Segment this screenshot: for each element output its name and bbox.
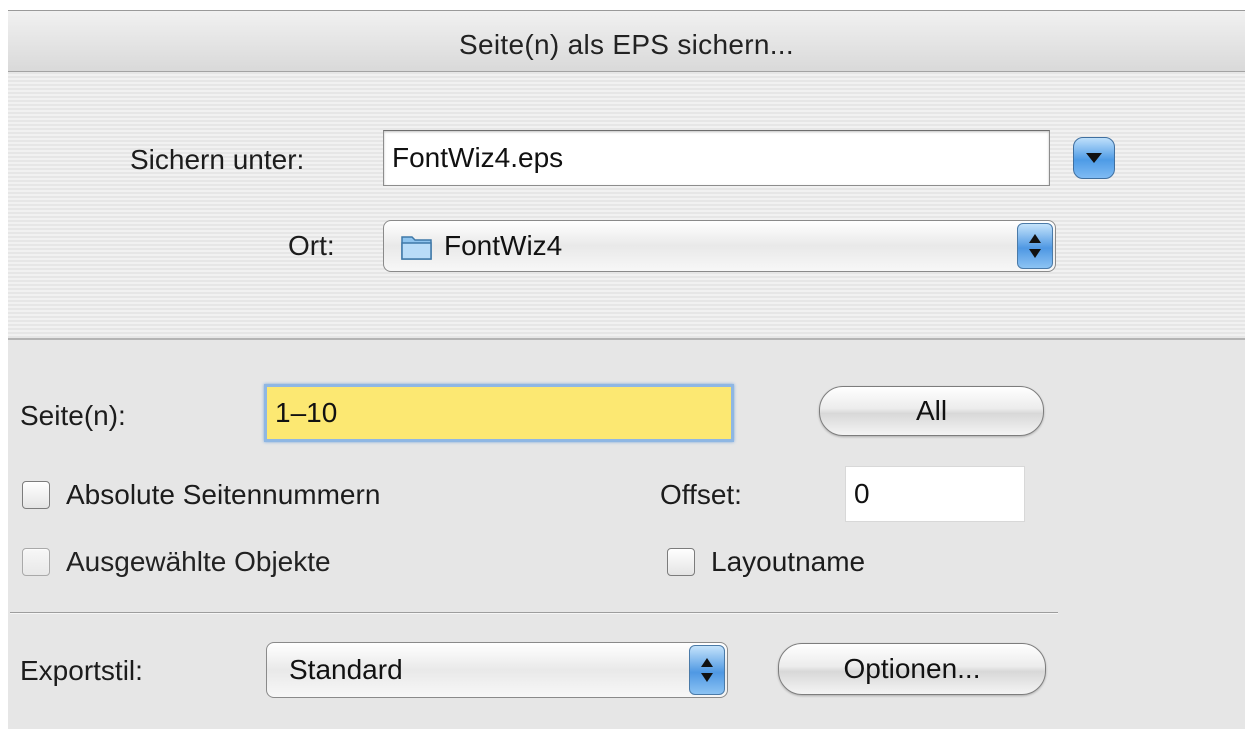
dialog-title: Seite(n) als EPS sichern... [459,29,794,60]
pages-range-input[interactable]: 1–10 [264,384,734,442]
save-as-label: Sichern unter: [130,144,305,175]
location-label: Ort: [288,230,335,261]
save-as-eps-dialog: Seite(n) als EPS sichern... Sichern unte… [0,0,1245,729]
absolute-page-numbers-checkbox[interactable] [22,481,50,509]
location-value: FontWiz4 [444,230,563,261]
all-pages-button-label: All [915,395,948,426]
export-style-value: Standard [289,654,403,685]
layout-name-label: Layoutname [711,546,866,577]
selected-objects-label: Ausgewählte Objekte [66,546,331,577]
offset-input[interactable]: 0 [845,466,1025,522]
chevron-down-icon [1086,153,1102,163]
selected-objects-checkbox[interactable] [22,548,50,576]
layout-name-checkbox[interactable] [667,548,695,576]
save-as-filename-value: FontWiz4.eps [392,142,564,173]
pages-label: Seite(n): [20,400,126,431]
location-popup[interactable]: FontWiz4 [383,220,1056,272]
save-location-panel [8,72,1245,340]
absolute-page-numbers-label: Absolute Seitennummern [66,479,381,510]
save-as-filename-input[interactable]: FontWiz4.eps [383,130,1050,186]
offset-value: 0 [854,478,870,509]
options-button[interactable]: Optionen... [778,643,1046,695]
pages-range-value: 1–10 [275,397,338,428]
all-pages-button[interactable]: All [819,386,1044,436]
offset-label: Offset: [660,479,742,510]
title-bar: Seite(n) als EPS sichern... [8,10,1245,72]
up-down-arrows-icon [1029,234,1041,258]
expand-browser-button[interactable] [1073,137,1115,179]
export-style-label: Exportstil: [20,655,143,686]
export-style-popup[interactable]: Standard [266,642,728,698]
section-divider [10,612,1058,614]
up-down-arrows-icon [701,658,713,682]
options-button-label: Optionen... [843,653,981,684]
folder-icon [401,236,432,260]
location-popup-arrows [1017,223,1053,269]
export-style-popup-arrows [689,645,725,695]
